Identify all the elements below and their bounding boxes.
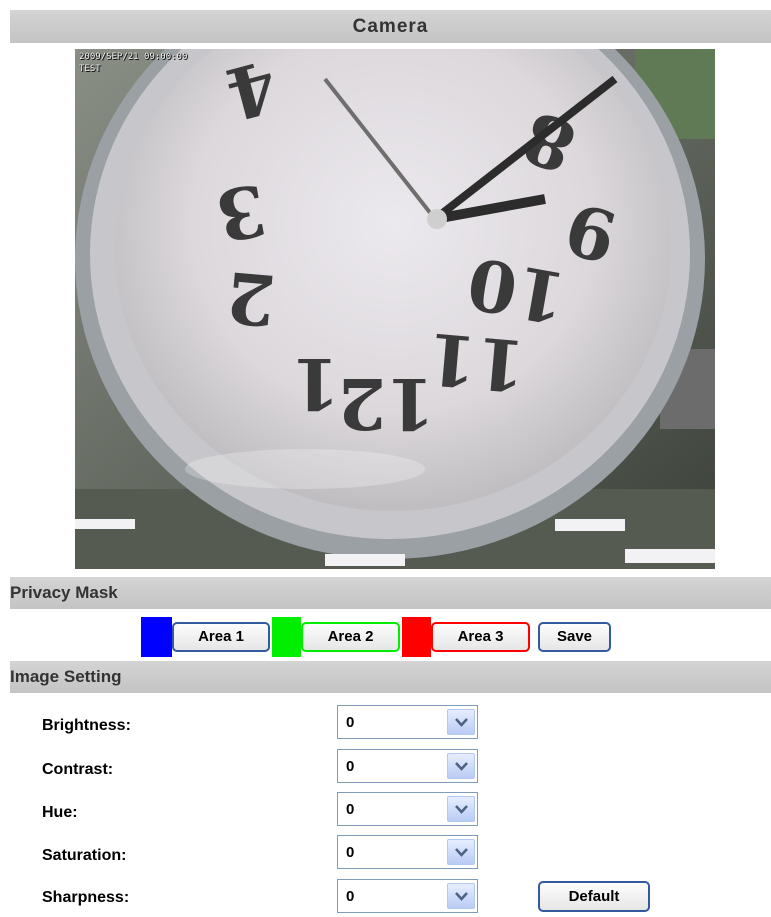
- chevron-down-icon[interactable]: [447, 839, 475, 865]
- chevron-down-icon[interactable]: [447, 709, 475, 735]
- contrast-select[interactable]: 0: [337, 749, 478, 783]
- area-2-button[interactable]: Area 2: [301, 622, 400, 652]
- chevron-down-icon[interactable]: [447, 753, 475, 779]
- privacy-mask-heading: Privacy Mask: [10, 577, 771, 609]
- svg-text:10: 10: [461, 241, 571, 340]
- sharpness-label: Sharpness:: [42, 889, 130, 906]
- chevron-down-icon[interactable]: [447, 796, 475, 822]
- saturation-select[interactable]: 0: [337, 835, 478, 869]
- sharpness-select[interactable]: 0: [337, 879, 478, 913]
- area-3-color-swatch: [402, 617, 431, 657]
- svg-text:2: 2: [223, 255, 279, 342]
- sharpness-value: 0: [346, 888, 355, 905]
- chevron-down-icon[interactable]: [447, 883, 475, 909]
- default-button[interactable]: Default: [538, 881, 650, 912]
- hue-label: Hue:: [42, 804, 78, 821]
- camera-timestamp-overlay: 2009/SEP/21 09:00:00: [79, 52, 188, 62]
- area-2-color-swatch: [272, 617, 301, 657]
- camera-live-view: 3 2 1 12 11 10 9 8 4 2009/SEP/21 09:00:0…: [75, 49, 715, 569]
- brightness-label: Brightness:: [42, 717, 131, 734]
- svg-text:12: 12: [338, 362, 435, 445]
- saturation-label: Saturation:: [42, 847, 127, 864]
- contrast-label: Contrast:: [42, 761, 114, 778]
- area-1-button[interactable]: Area 1: [172, 622, 270, 652]
- contrast-value: 0: [346, 758, 355, 775]
- hue-select[interactable]: 0: [337, 792, 478, 826]
- saturation-value: 0: [346, 844, 355, 861]
- page-title: Camera: [10, 10, 771, 43]
- hue-value: 0: [346, 801, 355, 818]
- area-1-color-swatch: [141, 617, 172, 657]
- brightness-select[interactable]: 0: [337, 705, 478, 739]
- save-mask-button[interactable]: Save: [538, 622, 611, 652]
- camera-image: 3 2 1 12 11 10 9 8 4: [75, 49, 715, 569]
- image-setting-heading: Image Setting: [10, 661, 771, 693]
- svg-text:1: 1: [291, 342, 340, 425]
- area-3-button[interactable]: Area 3: [431, 622, 530, 652]
- camera-name-overlay: TEST: [79, 64, 101, 74]
- brightness-value: 0: [346, 714, 355, 731]
